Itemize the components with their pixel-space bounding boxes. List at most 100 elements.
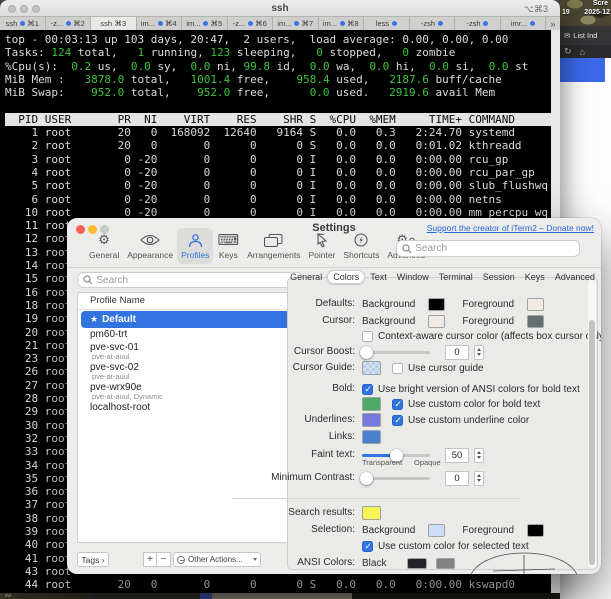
faint-text-slider[interactable] [362, 454, 430, 457]
context-aware-checkbox[interactable] [362, 331, 373, 342]
ansi-colors-label: ANSI Colors: [215, 555, 355, 571]
min-contrast-slider[interactable] [362, 477, 430, 480]
reload-icon[interactable]: ↻ [564, 46, 572, 57]
toolbar-item-shortcuts[interactable]: Shortcuts [339, 228, 383, 264]
tab-activity-dot [530, 21, 535, 26]
terminal-tab[interactable]: im...⌘7 [273, 17, 319, 30]
subtab-colors[interactable]: Colors [327, 270, 365, 284]
profile-search-input[interactable] [96, 275, 297, 286]
profile-subtitle: pve-at-auul [92, 352, 130, 361]
faint-text-stepper[interactable] [474, 448, 484, 463]
cursor-foreground-swatch[interactable] [527, 315, 544, 328]
terminal-tab[interactable]: imr... [501, 17, 547, 30]
terminal-tab[interactable]: -z...⌘6 [228, 17, 274, 30]
toolbar-item-label: General [89, 250, 119, 260]
search-results-swatch[interactable] [362, 506, 381, 520]
bold-bright-label: Use bright version of ANSI colors for bo… [378, 384, 580, 395]
remove-profile-button[interactable]: − [157, 552, 171, 567]
ansi-black-bright-swatch[interactable] [436, 558, 455, 569]
terminal-tab[interactable]: im...⌘8 [319, 17, 365, 30]
subtab-terminal[interactable]: Terminal [434, 271, 478, 283]
links-color-swatch[interactable] [362, 430, 381, 444]
home-icon[interactable]: ⌂ [580, 47, 585, 57]
browser-tab[interactable]: ✉ List Ind [559, 26, 611, 45]
selection-custom-checkbox[interactable] [362, 541, 373, 552]
background-window-strip [352, 593, 560, 599]
profile-row[interactable]: pm60-trt [81, 328, 299, 340]
terminal-line: 3 root 0 -20 0 0 0 I 0.0 0.0 0:00.00 rcu… [5, 153, 551, 166]
gear-icon: ⚙ [98, 233, 110, 248]
terminal-line: 2 root 20 0 0 0 0 S 0.0 0.0 0:01.02 kthr… [5, 139, 551, 152]
terminal-tab[interactable]: less [364, 17, 410, 30]
subtab-window[interactable]: Window [392, 271, 434, 283]
terminal-line: 4 root 0 -20 0 0 0 I 0.0 0.0 0:00.00 rcu… [5, 166, 551, 179]
toolbar-item-label: Arrangements [247, 250, 300, 260]
sketch-ellipse [467, 544, 582, 574]
default-foreground-swatch[interactable] [527, 298, 544, 311]
add-profile-button[interactable]: + [143, 552, 157, 567]
subtab-session[interactable]: Session [478, 271, 520, 283]
tab-label: imr... [511, 19, 527, 28]
cursor-guide-checkbox-label: Use cursor guide [408, 363, 484, 374]
window-shortcut: ⌥⌘3 [524, 4, 548, 15]
cursor-guide-checkbox[interactable] [392, 363, 403, 374]
transparent-label: Transparent [362, 458, 402, 467]
selection-background-swatch[interactable] [428, 524, 445, 537]
settings-search-input[interactable] [415, 243, 574, 254]
terminal-tab[interactable]: ssh⌘3 [91, 17, 137, 30]
underline-custom-checkbox[interactable] [392, 415, 403, 426]
faint-text-value[interactable]: 50 [445, 448, 469, 463]
toolbar-item-keys[interactable]: ⌨Keys [213, 228, 243, 264]
desktop-file-label: 2025-12 [584, 9, 610, 16]
person-icon [188, 233, 203, 248]
underline-color-swatch[interactable] [362, 413, 381, 427]
toolbar-item-profiles[interactable]: Profiles [177, 228, 213, 264]
donate-link[interactable]: Support the creator of iTerm2 – Donate n… [427, 223, 594, 233]
ansi-black-normal-swatch[interactable] [407, 558, 427, 569]
toolbar-item-pointer[interactable]: Pointer [304, 228, 339, 264]
min-contrast-value[interactable]: 0 [445, 471, 469, 486]
pointer-icon [315, 233, 329, 248]
browser-banner [559, 58, 605, 82]
background-window-strip [212, 593, 352, 599]
toolbar-item-general[interactable]: ⚙ General [85, 228, 123, 264]
terminal-titlebar[interactable]: ssh ⌥⌘3 [0, 0, 560, 17]
toolbar-item-appearance[interactable]: Appearance [123, 228, 177, 264]
tab-activity-dot [438, 21, 443, 26]
subtab-keys[interactable]: Keys [520, 271, 550, 283]
terminal-tab[interactable]: -zsh [455, 17, 501, 30]
terminal-tab[interactable]: -zsh [410, 17, 456, 30]
cursor-boost-slider[interactable] [362, 351, 430, 354]
terminal-tab[interactable]: -z...⌘2 [46, 17, 92, 30]
bold-custom-checkbox[interactable] [392, 399, 403, 410]
settings-search-field[interactable] [396, 240, 580, 257]
tab-label: -z... [51, 19, 64, 28]
selection-foreground-swatch[interactable] [527, 524, 544, 537]
profile-list-header[interactable]: Profile Name [90, 295, 145, 306]
foreground-label: Foreground [462, 299, 514, 310]
keyboard-icon: ⌨ [217, 233, 239, 248]
terminal-tabbar: ssh⌘1-z...⌘2ssh⌘3im...⌘4im...⌘5-z...⌘6im… [0, 17, 560, 30]
subtab-text[interactable]: Text [365, 271, 392, 283]
cursor-guide-swatch[interactable] [362, 361, 381, 375]
tags-button[interactable]: Tags › [77, 552, 109, 567]
terminal-tab[interactable]: ssh⌘1 [0, 17, 46, 30]
profile-name: pve-wrx90e [90, 382, 142, 393]
tab-label: im... [323, 19, 337, 28]
terminal-line: %Cpu(s): 0.2 us, 0.0 sy, 0.0 ni, 99.8 id… [5, 60, 551, 73]
scrollbar-thumb[interactable] [589, 320, 595, 565]
terminal-tab[interactable]: im...⌘4 [137, 17, 183, 30]
default-background-swatch[interactable] [428, 298, 445, 311]
tab-overflow-button[interactable]: » [546, 17, 560, 30]
min-contrast-stepper[interactable] [474, 471, 484, 486]
bold-color-swatch[interactable] [362, 397, 381, 411]
subtab-general[interactable]: General [285, 271, 327, 283]
terminal-line: Tasks: 124 total, 1 running, 123 sleepin… [5, 46, 551, 59]
cursor-boost-value[interactable]: 0 [445, 345, 469, 360]
bold-bright-checkbox[interactable] [362, 384, 373, 395]
terminal-tab[interactable]: im...⌘5 [182, 17, 228, 30]
cursor-boost-stepper[interactable] [474, 345, 484, 360]
cursor-background-swatch[interactable] [428, 315, 445, 328]
profile-search-field[interactable] [77, 272, 303, 288]
toolbar-item-arrangements[interactable]: Arrangements [243, 228, 304, 264]
